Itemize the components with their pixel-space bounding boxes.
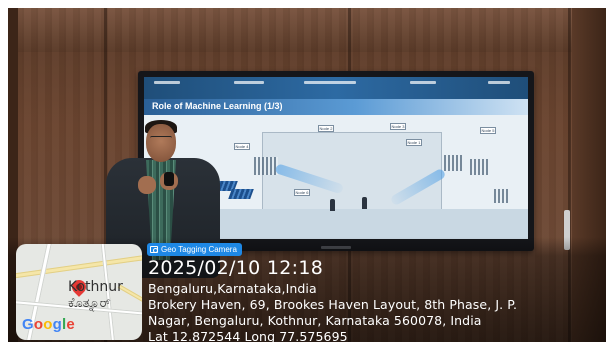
diagram-antenna-array xyxy=(444,155,464,171)
diagram-antenna-array xyxy=(470,159,488,175)
diagram-antenna-array xyxy=(254,157,278,175)
speaker-glasses xyxy=(150,136,172,141)
diagram-node-label: Node 1 xyxy=(406,139,422,146)
map-thumbnail: Kothnur ಕೊತ್ನೂರ್ Google xyxy=(16,244,142,340)
map-place-name: Kothnur xyxy=(68,279,123,295)
diagram-person xyxy=(362,197,367,209)
speaker-head xyxy=(146,124,176,162)
slide-header xyxy=(144,77,528,99)
camera-icon xyxy=(150,246,158,253)
diagram-person xyxy=(330,199,335,211)
speaker-hand xyxy=(138,176,156,194)
slide-title: Role of Machine Learning (1/3) xyxy=(152,101,283,111)
google-logo: Google xyxy=(22,316,75,333)
map-place-name-kannada: ಕೊತ್ನೂರ್ xyxy=(68,296,111,311)
diagram-node-label: Node 4 xyxy=(234,143,250,150)
address-line-2: Nagar, Bengaluru, Kothnur, Karnataka 560… xyxy=(148,313,482,328)
diagram-node-label: Node 3 xyxy=(390,123,406,130)
capture-datetime: 2025/02/10 12:18 xyxy=(148,257,324,279)
diagram-antenna-array xyxy=(494,189,508,203)
address-line-1: Brokery Haven, 69, Brookes Haven Layout,… xyxy=(148,297,518,312)
badge-label: Geo Tagging Camera xyxy=(161,245,237,254)
geo-tagging-camera-badge: Geo Tagging Camera xyxy=(147,243,242,256)
diagram-node-label: Node 2 xyxy=(318,125,334,132)
coordinates: Lat 12.872544 Long 77.575695 xyxy=(148,329,348,344)
diagram-node-label: Node 5 xyxy=(480,127,496,134)
diagram-node-label: Node 6 xyxy=(294,189,310,196)
diagram-solar-panel xyxy=(228,189,254,199)
microphone xyxy=(164,172,174,186)
location-city: Bengaluru,Karnataka,India xyxy=(148,281,317,296)
